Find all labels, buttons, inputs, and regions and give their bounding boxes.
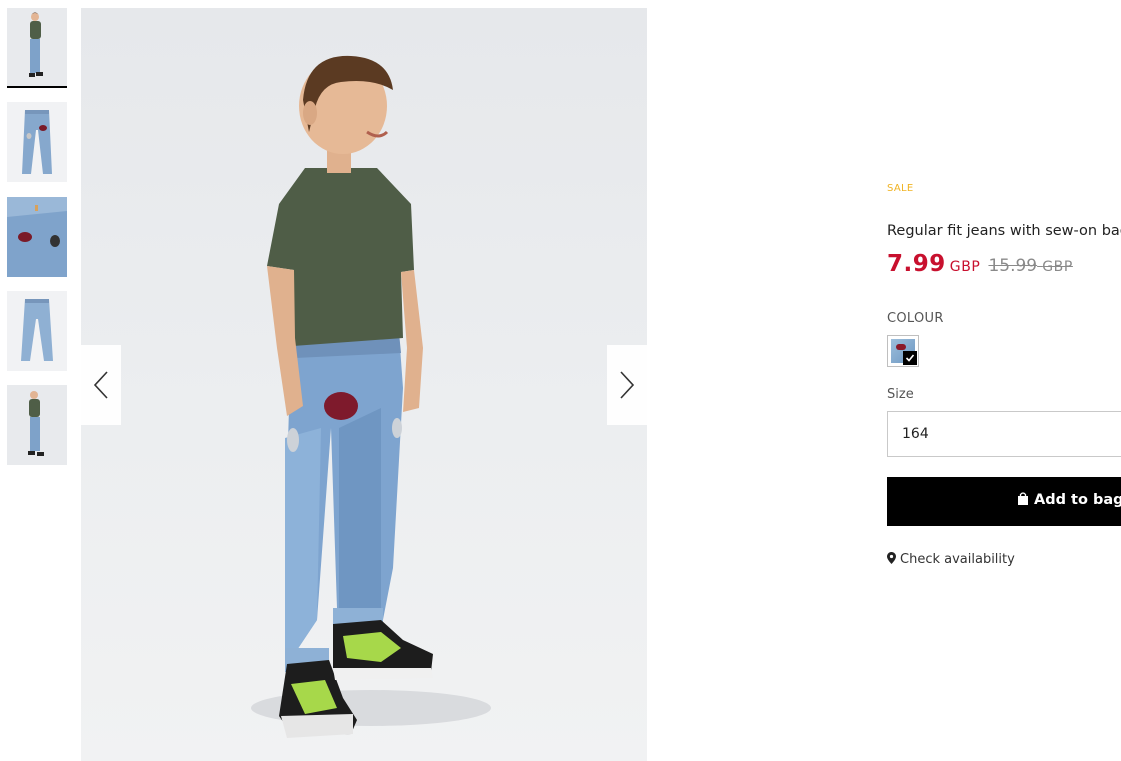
main-product-image <box>81 8 647 761</box>
size-label: Size <box>887 387 914 402</box>
kid-front-thumbnail-image <box>7 8 67 86</box>
price-row: 7.99 GBP 15.99 GBP <box>887 251 1073 277</box>
swatch-patch-detail <box>896 344 906 350</box>
check-availability-label: Check availability <box>900 552 1015 567</box>
chevron-left-icon <box>93 371 108 399</box>
product-info-panel: SALE Regular fit jeans with sew-on badge… <box>887 180 1121 600</box>
current-price: 7.99 <box>887 251 946 277</box>
checkmark-icon <box>903 351 917 365</box>
product-photo-kid-in-jeans <box>251 55 491 738</box>
previous-image-button[interactable] <box>81 345 121 425</box>
old-price-currency: GBP <box>1037 259 1073 275</box>
size-select[interactable]: 164 <box>887 411 1121 457</box>
check-availability-link[interactable]: Check availability <box>887 552 1015 567</box>
product-title: Regular fit jeans with sew-on badges <box>887 223 1121 239</box>
jeans-back-thumbnail-image <box>7 291 67 371</box>
colour-label: COLOUR <box>887 311 944 326</box>
sale-badge: SALE <box>887 183 914 194</box>
thumbnail-5[interactable] <box>7 385 67 465</box>
thumbnail-3[interactable] <box>7 197 67 277</box>
old-price: 15.99 <box>988 256 1038 276</box>
kid-side-thumbnail-image <box>7 385 67 465</box>
shopping-bag-icon <box>1018 492 1028 505</box>
thumbnail-4[interactable] <box>7 291 67 371</box>
add-to-bag-content: Add to bag <box>1017 492 1121 508</box>
next-image-button[interactable] <box>607 345 647 425</box>
colour-swatch-selected[interactable] <box>887 335 919 367</box>
add-to-bag-button[interactable]: Add to bag <box>887 477 1121 526</box>
thumbnail-1[interactable] <box>7 8 67 88</box>
location-pin-icon <box>887 552 896 564</box>
jeans-front-thumbnail-image <box>7 102 67 182</box>
thumbnail-2[interactable] <box>7 102 67 182</box>
current-price-currency: GBP <box>949 259 981 275</box>
chevron-right-icon <box>620 371 635 399</box>
add-to-bag-label: Add to bag <box>1034 492 1121 508</box>
jeans-detail-thumbnail-image <box>7 197 67 277</box>
old-price-currency-text: GBP <box>1042 259 1073 275</box>
size-selected-value: 164 <box>902 426 929 442</box>
